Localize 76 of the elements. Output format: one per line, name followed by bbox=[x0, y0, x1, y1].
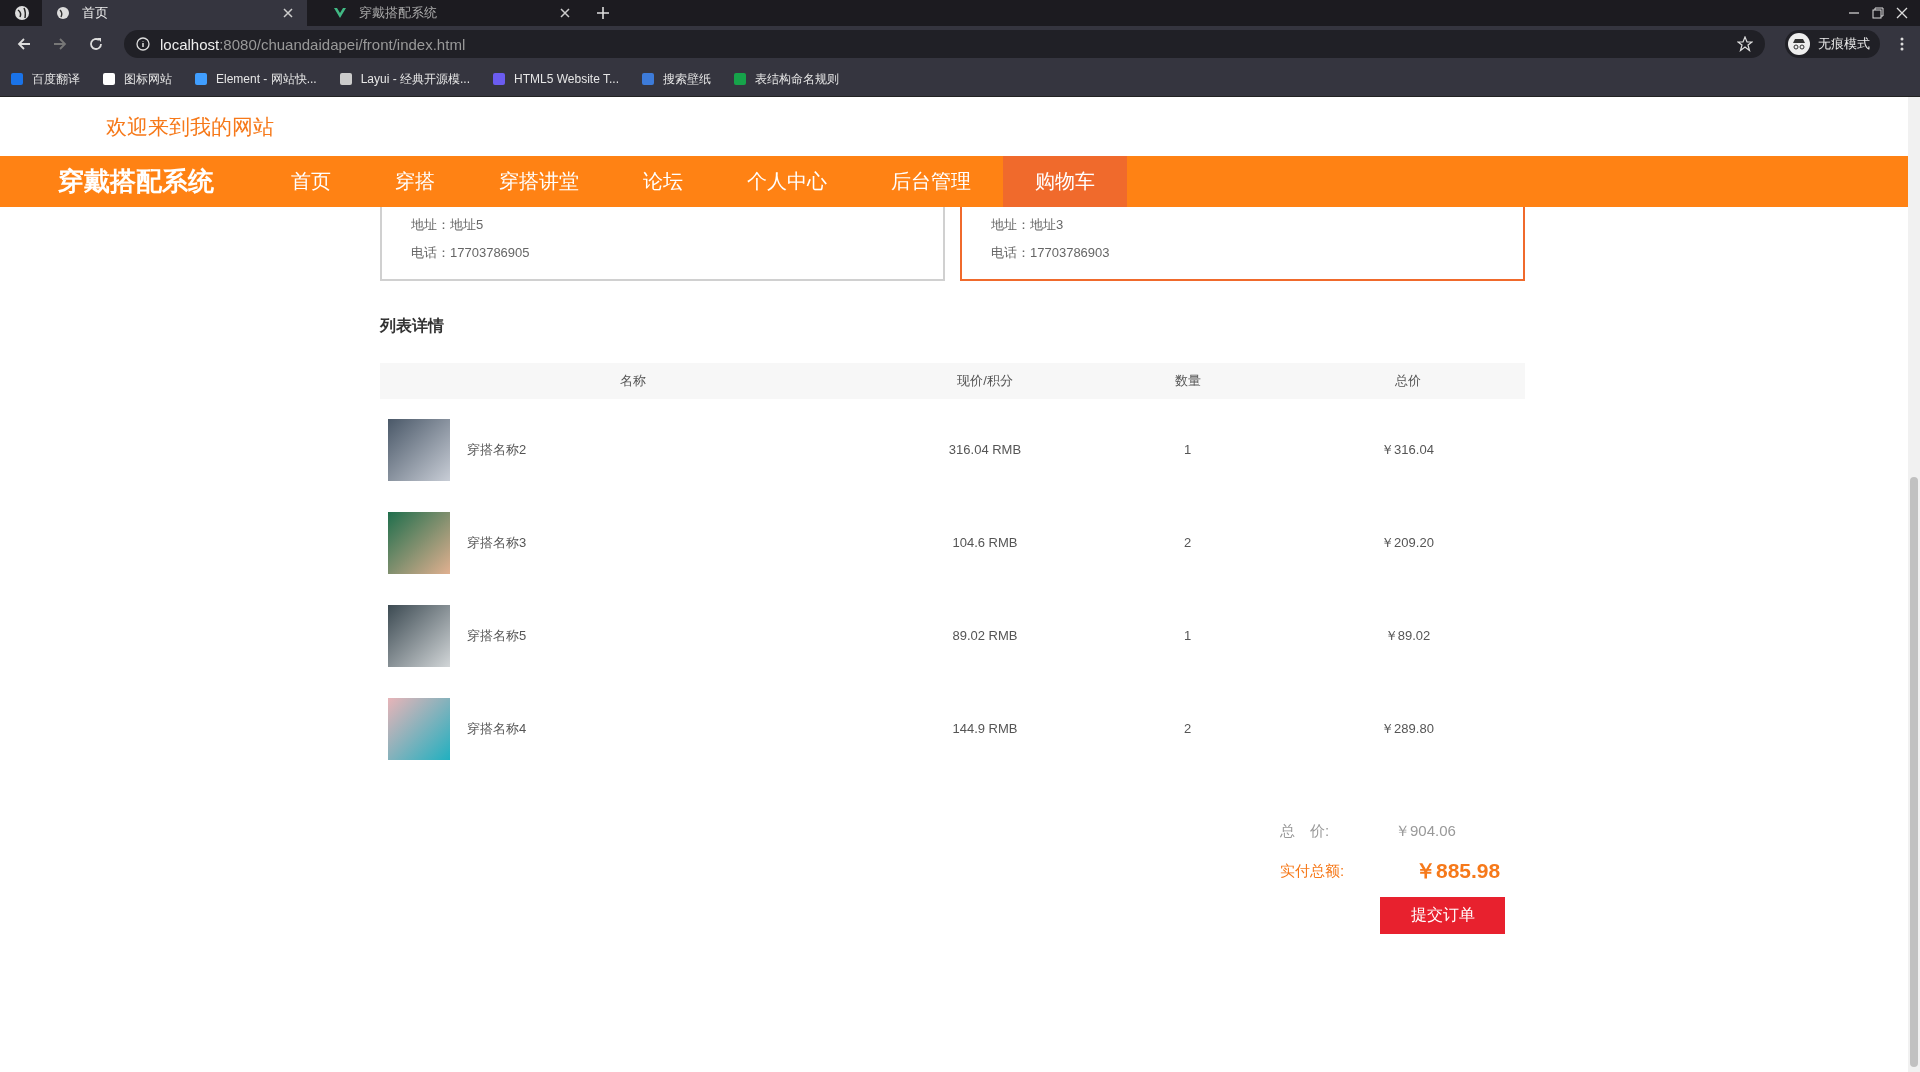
address-bar[interactable]: localhost:8080/chuandaidapei/front/index.html bbox=[124, 30, 1765, 58]
tab-title: 首页 bbox=[82, 4, 109, 22]
reload-icon[interactable] bbox=[88, 36, 104, 52]
back-icon[interactable] bbox=[16, 36, 32, 52]
product-name: 穿搭名称5 bbox=[467, 626, 527, 645]
total-cell-text: ￥89.02 bbox=[1383, 626, 1432, 645]
bookmark-icon bbox=[10, 72, 24, 86]
close-icon[interactable] bbox=[1896, 7, 1908, 19]
scrollbar-thumb[interactable] bbox=[1910, 477, 1918, 1067]
bookmark[interactable]: 搜索壁纸 bbox=[641, 70, 711, 88]
info-icon bbox=[136, 37, 150, 51]
bookmark-icon bbox=[641, 72, 655, 86]
menu-icon[interactable] bbox=[1900, 37, 1904, 51]
bookmark[interactable]: 百度翻译 bbox=[10, 70, 80, 88]
tab-title: 穿戴搭配系统 bbox=[359, 4, 438, 22]
close-icon[interactable] bbox=[283, 8, 293, 18]
address-text: 地址：地址5 bbox=[411, 216, 485, 234]
address-card[interactable]: 地址：地址5 电话：17703786905 bbox=[380, 207, 945, 281]
bookmark[interactable]: 表结构命名规则 bbox=[733, 70, 839, 88]
total-label: 总 价: bbox=[1280, 821, 1331, 841]
bookmark[interactable]: HTML5 Website T... bbox=[492, 72, 619, 86]
bookmark[interactable]: Layui - 经典开源模... bbox=[338, 70, 471, 88]
browser-tab[interactable]: 穿戴搭配系统 bbox=[319, 0, 584, 26]
total-value: ￥904.06 bbox=[1395, 821, 1456, 841]
product-photo bbox=[388, 697, 450, 760]
profile-button[interactable]: 无痕模式 bbox=[1785, 30, 1880, 58]
scrollbar[interactable] bbox=[1908, 97, 1920, 1072]
submit-order-button[interactable]: 提交订单 bbox=[1380, 897, 1505, 934]
column-header: 现价/积分 bbox=[956, 372, 1014, 390]
globe-icon bbox=[56, 6, 70, 20]
column-header: 名称 bbox=[618, 372, 647, 390]
close-icon[interactable] bbox=[560, 8, 570, 18]
address-card[interactable]: 地址：地址3 电话：17703786903 bbox=[960, 207, 1525, 281]
product-photo bbox=[388, 418, 450, 481]
welcome-text: 欢迎来到我的网站 bbox=[106, 113, 274, 140]
product-name: 穿搭名称3 bbox=[467, 533, 527, 552]
bookmark[interactable]: Element - 网站快... bbox=[194, 70, 317, 88]
bookmark-icon bbox=[102, 72, 116, 86]
product-name: 穿搭名称4 bbox=[467, 719, 527, 738]
price-cell-text: 104.6 RMB bbox=[951, 535, 1019, 550]
phone-text: 电话：17703786903 bbox=[991, 244, 1111, 262]
bookmark-icon bbox=[338, 72, 353, 86]
new-tab-icon[interactable] bbox=[596, 6, 610, 20]
product-photo bbox=[388, 511, 450, 574]
column-header: 总价 bbox=[1393, 372, 1422, 390]
product-name: 穿搭名称2 bbox=[467, 440, 527, 459]
address-text: 地址：地址3 bbox=[991, 216, 1065, 234]
total-cell-text: ￥316.04 bbox=[1380, 440, 1435, 459]
price-cell-text: 316.04 RMB bbox=[947, 442, 1023, 457]
star-icon[interactable] bbox=[1737, 36, 1753, 52]
v-logo-icon bbox=[333, 6, 347, 20]
site-title: 穿戴搭配系统 bbox=[57, 165, 215, 198]
forward-icon[interactable] bbox=[52, 36, 68, 52]
incognito-icon bbox=[1788, 33, 1810, 55]
quantity-cell-text: 2 bbox=[1182, 535, 1193, 550]
section-title: 列表详情 bbox=[380, 316, 445, 336]
price-cell-text: 89.02 RMB bbox=[951, 628, 1019, 643]
bookmark-icon bbox=[492, 72, 507, 86]
restore-icon[interactable] bbox=[1872, 7, 1884, 19]
bookmark-icon bbox=[194, 72, 208, 86]
quantity-cell-text: 2 bbox=[1182, 721, 1193, 736]
phone-text: 电话：17703786905 bbox=[411, 244, 531, 262]
price-cell-text: 144.9 RMB bbox=[951, 721, 1019, 736]
total-cell-text: ￥289.80 bbox=[1380, 719, 1435, 738]
bookmark[interactable]: 图标网站 bbox=[102, 70, 172, 88]
paid-value: ￥885.98 bbox=[1415, 858, 1501, 884]
total-cell-text: ￥209.20 bbox=[1380, 533, 1435, 552]
globe-icon[interactable] bbox=[14, 5, 30, 21]
bookmark-icon bbox=[733, 72, 747, 86]
quantity-cell-text: 1 bbox=[1182, 442, 1193, 457]
paid-label: 实付总额: bbox=[1280, 861, 1346, 881]
browser-tab[interactable]: 首页 bbox=[42, 0, 307, 26]
quantity-cell-text: 1 bbox=[1182, 628, 1193, 643]
url-text: localhost:8080/chuandaidapei/front/index.html bbox=[160, 35, 466, 53]
column-header: 数量 bbox=[1173, 372, 1202, 390]
product-photo bbox=[388, 604, 450, 667]
